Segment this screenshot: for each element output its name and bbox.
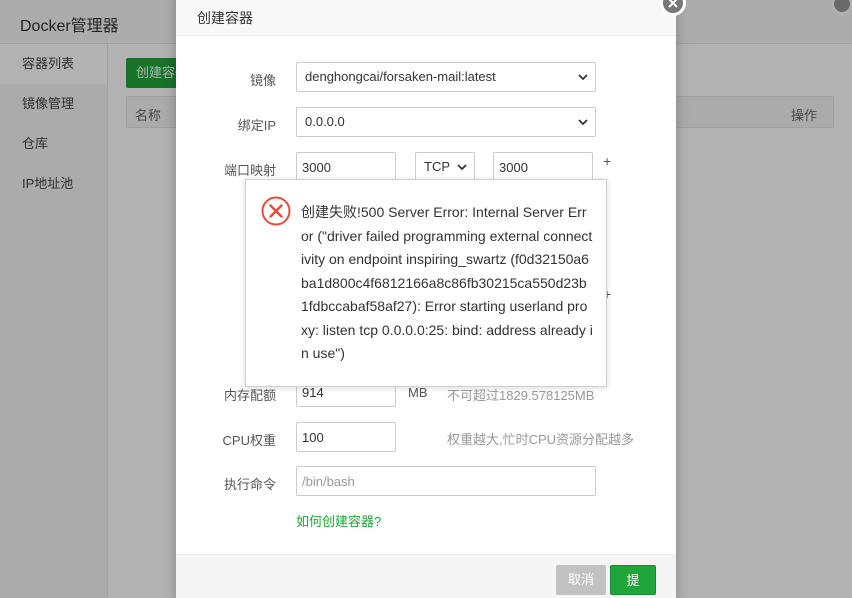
error-x-icon (261, 196, 291, 226)
add-port-icon[interactable]: + (603, 153, 611, 169)
port-map-label: 端口映射 (223, 163, 276, 178)
command-label: 执行命令 (223, 477, 276, 492)
cpu-label: CPU权重 (222, 433, 276, 448)
host-port-input[interactable]: 3000 (296, 152, 396, 182)
bind-ip-select-value: 0.0.0.0 (305, 114, 345, 129)
command-row: 执行命令 /bin/bash (176, 466, 676, 498)
image-select-value: denghongcai/forsaken-mail:latest (305, 69, 496, 84)
error-toast: 创建失败!500 Server Error: Internal Server E… (245, 179, 607, 387)
container-port-input[interactable]: 3000 (493, 152, 593, 182)
chevron-down-icon (578, 74, 588, 81)
image-label: 镜像 (249, 73, 276, 88)
dialog-footer: 取消 提交 (176, 554, 676, 598)
image-row: 镜像 denghongcai/forsaken-mail:latest (176, 62, 676, 94)
protocol-select[interactable]: TCP (415, 152, 475, 182)
cpu-weight-input[interactable]: 100 (296, 422, 396, 452)
help-create-container-link[interactable]: 如何创建容器? (296, 511, 381, 530)
submit-button[interactable]: 提交 (610, 565, 656, 595)
memory-label: 内存配额 (223, 388, 276, 403)
bind-ip-row: 绑定IP 0.0.0.0 (176, 107, 676, 139)
command-input[interactable]: /bin/bash (296, 466, 596, 496)
cpu-hint: 权重越大,忙时CPU资源分配越多 (447, 432, 635, 447)
memory-hint: 不可超过1829.578125MB (447, 388, 595, 403)
dialog-title: 创建容器 (176, 0, 676, 36)
bind-ip-label: 绑定IP (237, 118, 276, 133)
chevron-down-icon (457, 164, 467, 171)
cancel-button[interactable]: 取消 (556, 565, 606, 595)
protocol-select-value: TCP (424, 159, 450, 174)
cpu-row: CPU权重 100 权重越大,忙时CPU资源分配越多 (176, 422, 676, 454)
image-select[interactable]: denghongcai/forsaken-mail:latest (296, 62, 596, 92)
memory-unit: MB (408, 385, 428, 400)
error-message: 创建失败!500 Server Error: Internal Server E… (301, 204, 593, 361)
bind-ip-select[interactable]: 0.0.0.0 (296, 107, 596, 137)
chevron-down-icon (578, 119, 588, 126)
